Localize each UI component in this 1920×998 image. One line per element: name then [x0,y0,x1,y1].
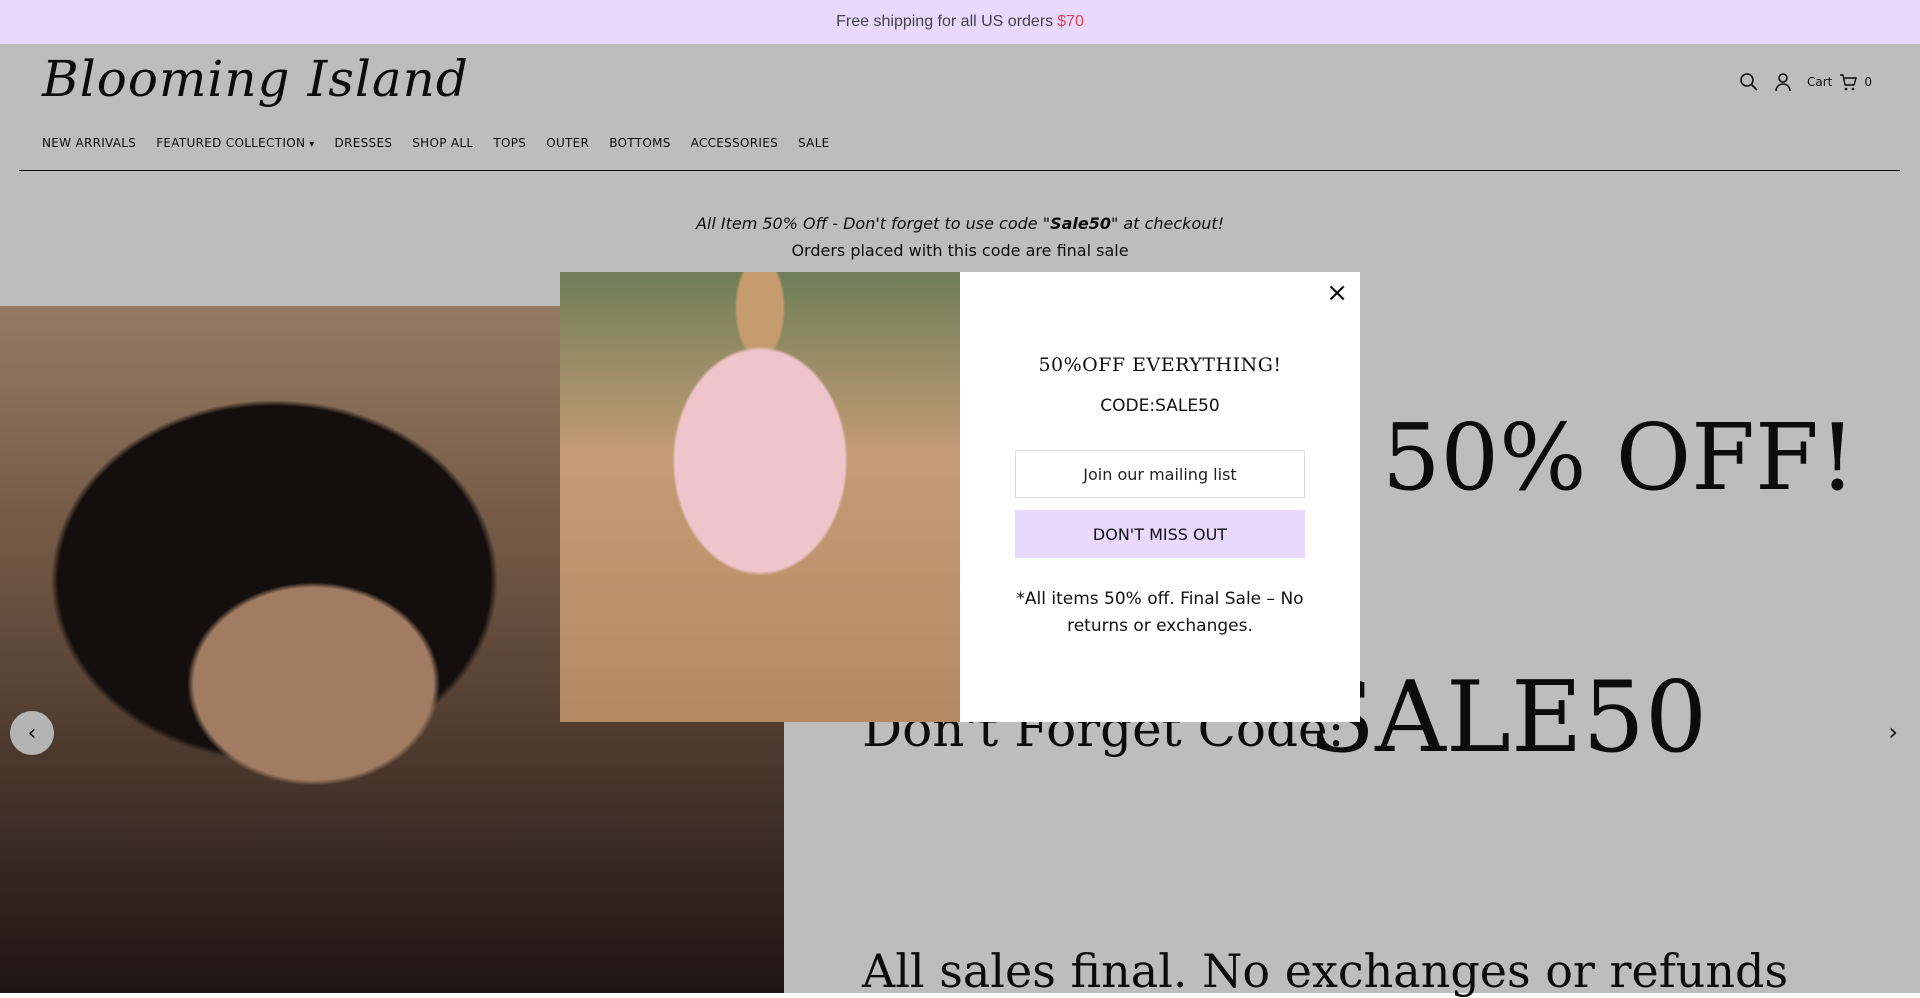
email-field[interactable]: Join our mailing list [1015,450,1305,498]
popup-headline: 50%OFF EVERYTHING! [1038,354,1282,376]
popup-content: × 50%OFF EVERYTHING! CODE:SALE50 Join ou… [960,272,1360,722]
popup-note: *All items 50% off. Final Sale – No retu… [1016,589,1304,636]
popup-image [560,272,960,722]
popup-code: CODE:SALE50 [1100,396,1220,416]
close-icon[interactable]: × [1326,280,1348,306]
announcement-text: Free shipping for all US orders [836,13,1054,30]
announcement-bar: Free shipping for all US orders $70 [0,0,1920,44]
subscribe-button[interactable]: DON'T MISS OUT [1015,510,1305,558]
announcement-amount: $70 [1057,13,1084,30]
newsletter-popup: × 50%OFF EVERYTHING! CODE:SALE50 Join ou… [560,272,1360,722]
